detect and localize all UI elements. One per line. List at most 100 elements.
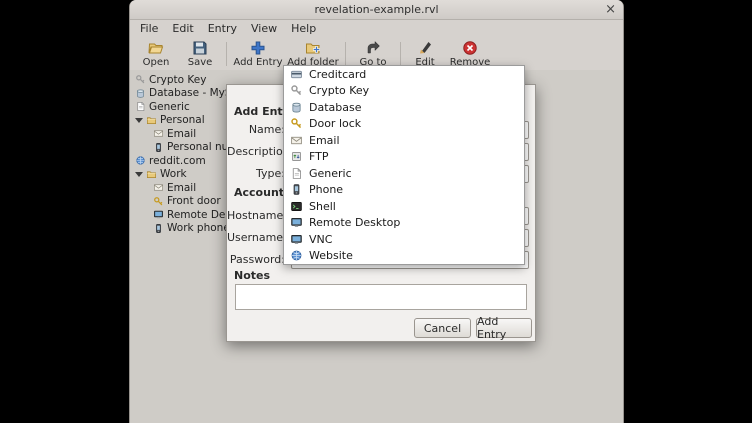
menu-item-ftp[interactable]: FTP xyxy=(284,149,524,166)
edit-icon xyxy=(417,40,433,56)
menu-item-label: Website xyxy=(309,249,353,262)
tree-item-label: Email xyxy=(167,128,196,140)
add-folder-icon xyxy=(305,40,321,56)
creditcard-icon xyxy=(290,68,303,81)
save-button[interactable]: Save xyxy=(178,39,222,69)
expander-icon[interactable] xyxy=(135,172,143,177)
menu-edit[interactable]: Edit xyxy=(165,21,200,36)
tree-item-label: Personal xyxy=(160,114,205,126)
menu-file[interactable]: File xyxy=(133,21,165,36)
name-label: Name: xyxy=(227,121,285,139)
toolbar-separator xyxy=(226,42,227,66)
remove-button[interactable]: Remove xyxy=(445,39,495,69)
open-button[interactable]: Open xyxy=(134,39,178,69)
tree-item-label: Crypto Key xyxy=(149,74,206,86)
menu-item-shell[interactable]: Shell xyxy=(284,198,524,215)
email-icon xyxy=(290,134,303,147)
phone-icon xyxy=(290,183,303,196)
menu-item-vnc[interactable]: VNC xyxy=(284,231,524,248)
vnc-icon xyxy=(290,233,303,246)
menu-item-label: Shell xyxy=(309,200,336,213)
menubar: File Edit Entry View Help xyxy=(130,20,623,37)
tree-item-label: Generic xyxy=(149,101,190,113)
generic-icon xyxy=(135,101,146,112)
toolbar-separator xyxy=(345,42,346,66)
menu-item-email[interactable]: Email xyxy=(284,132,524,149)
door-lock-icon xyxy=(153,196,164,207)
add-entry-confirm-button[interactable]: Add Entry xyxy=(476,318,532,338)
menu-item-phone[interactable]: Phone xyxy=(284,182,524,199)
menu-item-creditcard[interactable]: Creditcard xyxy=(284,66,524,83)
menu-item-label: Door lock xyxy=(309,117,361,130)
menu-item-label: Phone xyxy=(309,183,343,196)
add-folder-button[interactable]: Add folder xyxy=(285,39,341,69)
folder-icon xyxy=(146,115,157,126)
tree-item-label: Work xyxy=(160,168,187,180)
menu-entry[interactable]: Entry xyxy=(201,21,244,36)
tree-item-label: Work phone xyxy=(167,222,230,234)
notes-heading: Notes xyxy=(234,269,270,282)
menu-item-door-lock[interactable]: Door lock xyxy=(284,116,524,133)
menu-item-generic[interactable]: Generic xyxy=(284,165,524,182)
menu-item-crypto-key[interactable]: Crypto Key xyxy=(284,83,524,100)
save-icon xyxy=(192,40,208,56)
remote-desktop-icon xyxy=(290,216,303,229)
phone-icon xyxy=(153,223,164,234)
titlebar[interactable]: revelation-example.rvl × xyxy=(130,0,623,20)
tree-item-label: reddit.com xyxy=(149,155,206,167)
shell-icon xyxy=(290,200,303,213)
notes-input[interactable] xyxy=(235,284,527,310)
generic-icon xyxy=(290,167,303,180)
menu-item-label: FTP xyxy=(309,150,329,163)
menu-item-remote-desktop[interactable]: Remote Desktop xyxy=(284,215,524,232)
menu-help[interactable]: Help xyxy=(284,21,323,36)
database-icon xyxy=(135,88,146,99)
screen: revelation-example.rvl × File Edit Entry… xyxy=(0,0,752,423)
email-icon xyxy=(153,128,164,139)
hostname-label: Hostname: xyxy=(227,207,285,225)
menu-item-label: Creditcard xyxy=(309,68,366,81)
open-icon xyxy=(148,40,164,56)
remote-desktop-icon xyxy=(153,209,164,220)
open-button-label: Open xyxy=(143,57,170,68)
phone-icon xyxy=(153,142,164,153)
tree-item-label: Email xyxy=(167,182,196,194)
expander-icon[interactable] xyxy=(135,118,143,123)
remove-icon xyxy=(462,40,478,56)
key-icon xyxy=(290,84,303,97)
add-entry-icon xyxy=(250,40,266,56)
email-icon xyxy=(153,182,164,193)
goto-button[interactable]: Go to xyxy=(350,39,396,69)
save-button-label: Save xyxy=(188,57,213,68)
type-label: Type: xyxy=(227,165,285,183)
close-icon[interactable]: × xyxy=(605,0,616,19)
folder-icon xyxy=(146,169,157,180)
menu-item-label: Generic xyxy=(309,167,352,180)
toolbar-separator xyxy=(400,42,401,66)
menu-item-label: Crypto Key xyxy=(309,84,369,97)
ftp-icon xyxy=(290,150,303,163)
description-label: Description: xyxy=(227,143,285,161)
menu-item-label: Email xyxy=(309,134,340,147)
website-icon xyxy=(135,155,146,166)
cancel-button[interactable]: Cancel xyxy=(414,318,471,338)
menu-item-website[interactable]: Website xyxy=(284,248,524,265)
edit-button[interactable]: Edit xyxy=(405,39,445,69)
tree-item-label: Front door xyxy=(167,195,221,207)
key-icon xyxy=(135,74,146,85)
type-dropdown-menu: Creditcard Crypto Key Database Door lock… xyxy=(283,65,525,265)
menu-item-label: VNC xyxy=(309,233,332,246)
database-icon xyxy=(290,101,303,114)
password-label: Password: xyxy=(227,251,285,269)
menu-item-label: Remote Desktop xyxy=(309,216,400,229)
menu-item-database[interactable]: Database xyxy=(284,99,524,116)
add-entry-button-label: Add Entry xyxy=(233,57,282,68)
username-label: Username: xyxy=(227,229,285,247)
window-title: revelation-example.rvl xyxy=(314,3,438,16)
door-lock-icon xyxy=(290,117,303,130)
menu-view[interactable]: View xyxy=(244,21,284,36)
goto-icon xyxy=(365,40,381,56)
website-icon xyxy=(290,249,303,262)
menu-item-label: Database xyxy=(309,101,362,114)
add-entry-button[interactable]: Add Entry xyxy=(231,39,285,69)
